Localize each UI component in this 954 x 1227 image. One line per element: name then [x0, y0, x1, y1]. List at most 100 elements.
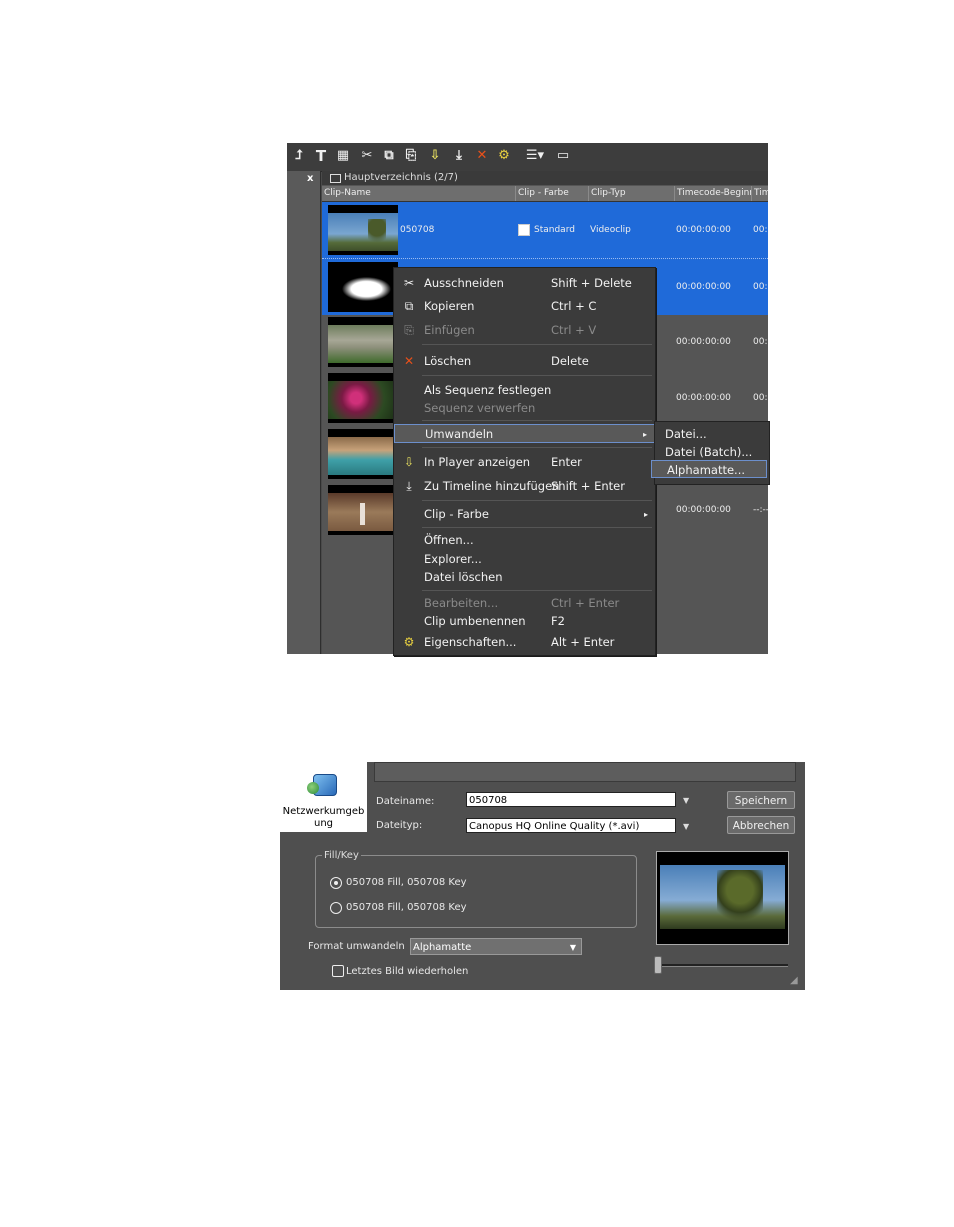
- menu-separator: [422, 447, 652, 448]
- clip-tc-in: 00:00:00:00: [676, 337, 731, 347]
- submenu-item-file[interactable]: Datei...: [655, 425, 769, 443]
- menu-item-copy[interactable]: ⧉ Kopieren Ctrl + C: [394, 297, 655, 316]
- clip-tc-out: 00:0: [753, 282, 768, 292]
- copy-icon[interactable]: ⧉: [381, 148, 397, 164]
- import-icon[interactable]: ⮥: [291, 148, 307, 164]
- clip-thumbnail: [328, 485, 398, 535]
- fill-key-option-2-label: 050708 Fill, 050708 Key: [346, 902, 467, 913]
- add-to-timeline-icon[interactable]: ⤓: [451, 148, 467, 164]
- menu-separator: [422, 344, 652, 345]
- fill-key-option-2-radio[interactable]: [330, 902, 342, 914]
- folder-title-bar: Hauptverzeichnis (2/7): [322, 171, 768, 185]
- fill-key-option-1-label: 050708 Fill, 050708 Key: [346, 877, 467, 888]
- clip-type: Videoclip: [590, 225, 631, 235]
- menu-item-cut[interactable]: ✂ Ausschneiden Shift + Delete: [394, 274, 655, 293]
- table-row[interactable]: 050708 Standard Videoclip 00:00:00:00 00…: [322, 202, 768, 258]
- menu-item-delete[interactable]: ✕ Löschen Delete: [394, 352, 655, 371]
- color-swatch: [518, 223, 530, 236]
- column-header-tc-out[interactable]: Tim: [751, 186, 768, 201]
- globe-icon: [307, 782, 319, 794]
- column-header-type[interactable]: Clip-Typ: [588, 186, 674, 201]
- menu-item-paste: ⎘ Einfügen Ctrl + V: [394, 321, 655, 340]
- repeat-last-frame-label: Letztes Bild wiederholen: [346, 966, 469, 977]
- position-slider-handle[interactable]: [654, 956, 662, 974]
- menu-separator: [422, 527, 652, 528]
- menu-item-open[interactable]: Öffnen...: [394, 531, 655, 550]
- resize-grip-icon[interactable]: ◢: [790, 975, 798, 986]
- menu-item-set-sequence[interactable]: Als Sequenz festlegen: [394, 381, 655, 400]
- clip-tc-in: 00:00:00:00: [676, 393, 731, 403]
- color-bars-icon[interactable]: ▦: [335, 148, 351, 164]
- menu-item-explorer[interactable]: Explorer...: [394, 550, 655, 569]
- clip-thumbnail: [328, 317, 398, 367]
- submenu-item-file-batch[interactable]: Datei (Batch)...: [655, 443, 769, 461]
- close-icon[interactable]: x: [307, 173, 313, 184]
- column-header-name[interactable]: Clip-Name: [322, 186, 515, 201]
- convert-submenu: Datei... Datei (Batch)... Alphamatte...: [651, 421, 770, 485]
- chevron-down-icon[interactable]: ▼: [683, 796, 689, 805]
- menu-item-properties[interactable]: ⚙ Eigenschaften... Alt + Enter: [394, 633, 655, 652]
- view-mode-icon[interactable]: ☰▾: [521, 148, 549, 164]
- preview-thumbnail: [656, 851, 789, 945]
- submenu-item-alphamatte[interactable]: Alphamatte...: [651, 460, 767, 478]
- cut-icon[interactable]: ✂: [359, 148, 375, 164]
- network-places-shortcut[interactable]: Netzwerkumgeb ung: [280, 762, 367, 832]
- menu-separator: [422, 500, 652, 501]
- column-headers: Clip-Name Clip - Farbe Clip-Typ Timecode…: [322, 186, 768, 202]
- properties-icon[interactable]: ⚙: [496, 148, 512, 164]
- bin-icon[interactable]: ▭: [555, 148, 571, 164]
- folder-title: Hauptverzeichnis (2/7): [344, 172, 458, 183]
- menu-separator: [422, 420, 652, 421]
- show-in-player-icon[interactable]: ⇩: [427, 148, 443, 164]
- clip-tc-in: 00:00:00:00: [676, 225, 731, 235]
- menu-item-rename[interactable]: Clip umbenennen F2: [394, 612, 655, 631]
- cancel-button[interactable]: Abbrechen: [727, 816, 795, 834]
- timeline-icon: ⤓: [406, 479, 412, 493]
- format-label: Format umwandeln: [308, 941, 405, 952]
- save-dialog: Netzwerkumgeb ung Dateiname: 050708 ▼ Da…: [280, 762, 805, 990]
- column-header-tc-in[interactable]: Timecode-Beginn: [674, 186, 751, 201]
- clip-tc-out: 00:0: [753, 225, 768, 235]
- menu-item-discard-sequence: Sequenz verwerfen: [424, 401, 536, 415]
- fill-key-group: [315, 855, 637, 928]
- clip-color: Standard: [518, 202, 575, 258]
- file-list-area[interactable]: [374, 762, 796, 782]
- context-menu: ✂ Ausschneiden Shift + Delete ⧉ Kopieren…: [393, 267, 656, 656]
- clip-thumbnail: [328, 262, 398, 312]
- clip-thumbnail: [328, 205, 398, 255]
- paste-icon[interactable]: ⎘: [403, 148, 419, 164]
- menu-separator: [422, 590, 652, 591]
- scissors-icon: ✂: [403, 276, 415, 290]
- position-slider-track[interactable]: [656, 964, 788, 967]
- copy-icon: ⧉: [404, 299, 414, 313]
- bin-toolbar: ⮥ T ▦ ✂ ⧉ ⎘ ⇩ ⤓ ✕ ⚙ ☰▾ ▭: [287, 143, 768, 172]
- filename-field[interactable]: 050708: [466, 792, 676, 807]
- save-button[interactable]: Speichern: [727, 791, 795, 809]
- menu-item-convert[interactable]: Umwandeln ▸: [394, 424, 655, 443]
- clip-tc-out: --:--: [753, 505, 768, 515]
- clip-name: 050708: [400, 225, 435, 235]
- column-header-color[interactable]: Clip - Farbe: [515, 186, 588, 201]
- fill-key-legend: Fill/Key: [322, 850, 361, 861]
- menu-item-add-to-timeline[interactable]: ⤓ Zu Timeline hinzufügen Shift + Enter: [394, 477, 655, 496]
- menu-item-delete-file[interactable]: Datei löschen: [394, 568, 655, 587]
- submenu-arrow-icon: ▸: [643, 510, 648, 519]
- filetype-select[interactable]: Canopus HQ Online Quality (*.avi): [466, 818, 676, 833]
- menu-item-show-in-player[interactable]: ⇩ In Player anzeigen Enter: [394, 453, 655, 472]
- properties-icon: ⚙: [403, 635, 415, 649]
- chevron-down-icon: ▼: [569, 943, 576, 952]
- format-select[interactable]: Alphamatte ▼: [410, 938, 582, 955]
- delete-icon[interactable]: ✕: [474, 148, 490, 164]
- submenu-arrow-icon: ▸: [642, 430, 647, 439]
- chevron-down-icon[interactable]: ▼: [683, 822, 689, 831]
- repeat-last-frame-checkbox[interactable]: [332, 965, 344, 977]
- clip-tc-in: 00:00:00:00: [676, 282, 731, 292]
- title-icon[interactable]: T: [313, 148, 329, 164]
- clip-thumbnail: [328, 429, 398, 479]
- fill-key-option-1-radio[interactable]: [330, 877, 342, 889]
- clip-thumbnail: [328, 373, 398, 423]
- clip-tc-out: 00:0: [753, 393, 768, 403]
- filetype-label: Dateityp:: [376, 820, 423, 831]
- menu-item-clip-color[interactable]: Clip - Farbe ▸: [394, 505, 655, 524]
- paste-icon: ⎘: [404, 323, 414, 337]
